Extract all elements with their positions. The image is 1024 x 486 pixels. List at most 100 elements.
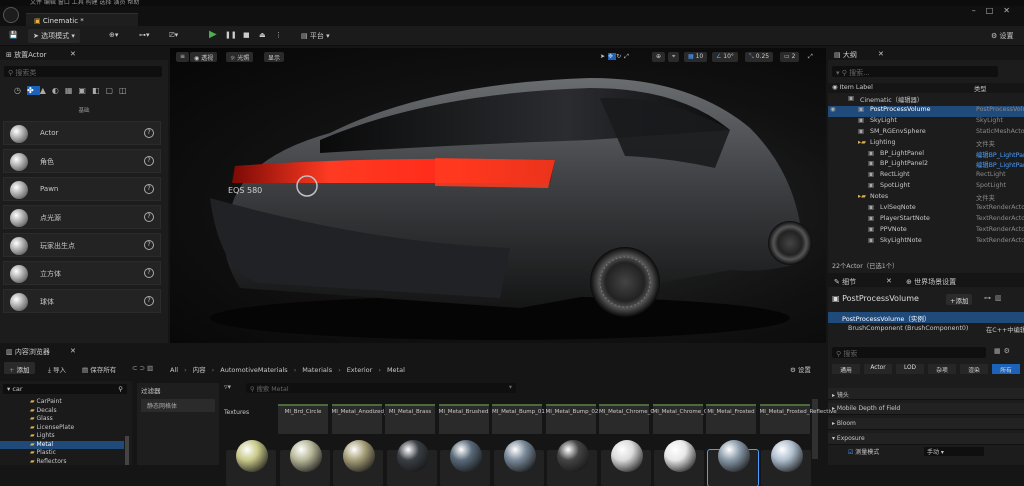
help-icon[interactable]: ? [144,184,154,194]
place-item-2[interactable]: Pawn? [3,177,161,201]
help-icon[interactable]: ? [144,240,154,250]
outliner-row[interactable]: ▣ Cinematic（编辑器） [828,95,1024,106]
filter-5[interactable]: 所有 [992,364,1020,374]
help-icon[interactable]: ? [144,156,154,166]
filter-2[interactable]: LOD [896,364,924,374]
details-search[interactable]: ⚲ 搜索 [832,347,986,358]
outliner-row[interactable]: ▣ SM_RGEnvSphere StaticMeshActor [828,128,1024,139]
eye-icon[interactable]: ◉ [830,106,836,113]
material-thumbnail[interactable] [654,440,704,486]
metering-dropdown[interactable]: 手动 ▾ [924,447,984,456]
textures-folder-label[interactable]: Textures [224,409,249,416]
more-play-options[interactable]: ⋮ [270,29,287,43]
save-all-button[interactable]: ▤ 保存所有 [82,364,116,374]
breadcrumb-item[interactable]: Exterior [347,366,373,374]
tab-details[interactable]: 细节 [842,278,856,286]
material-thumbnail[interactable] [386,440,437,486]
material-thumbnail[interactable] [600,440,651,486]
breadcrumb-item[interactable]: Materials [302,366,332,374]
add-component-button[interactable]: +添加 [946,294,973,305]
material-thumbnail[interactable] [706,440,759,486]
material-thumbnail[interactable] [440,440,490,486]
place-item-6[interactable]: 球体? [3,289,161,313]
outliner-item-type[interactable]: 编辑BP_LightPanel [976,150,1024,159]
material-tile-label[interactable]: MI_Brd_Circle [278,404,328,434]
place-item-4[interactable]: 玩家出生点? [3,233,161,257]
filter-3[interactable]: 杂项 [928,364,956,374]
mode-select-button[interactable]: ➤ 选项模式 ▾ [28,29,80,43]
close-icon[interactable]: ✕ [878,50,884,58]
material-tile-label[interactable]: MI_Metal_Frosted [706,404,756,434]
material-thumbnail[interactable] [547,440,597,486]
material-thumbnail[interactable] [279,440,330,486]
material-thumbnail[interactable] [493,440,544,486]
material-thumbnail[interactable] [333,440,383,486]
folder-scrollbar[interactable] [125,436,129,465]
outliner-row[interactable]: ▣ RectLight RectLight [828,171,1024,182]
breadcrumb-item[interactable]: All [170,366,178,374]
material-thumbnail[interactable] [761,440,811,486]
outliner-row[interactable]: ▸▰ Notes 文件夹 [828,193,1024,204]
eject-button[interactable]: ⏏ [254,29,271,43]
material-tile-label[interactable]: MI_Metal_Frosted_Reflective [759,404,837,434]
asset-scrollbar[interactable] [812,399,818,459]
details-section[interactable]: ▸ Mobile Depth of Field [828,403,1024,415]
tab-world-settings[interactable]: ⊕ 世界场景设置 [906,277,956,287]
place-actors-search[interactable]: ⚲ 搜索类 [4,66,162,77]
window-controls[interactable]: –□✕ [972,6,1020,15]
outliner-row[interactable]: ▣ LvlSeqNote TextRenderActor [828,204,1024,215]
col-item-label[interactable]: Item Label [840,84,873,91]
eye-icon[interactable]: ◉ [832,84,840,91]
help-icon[interactable]: ? [144,128,154,138]
outliner-row[interactable]: ▣ PPVNote TextRenderActor [828,226,1024,237]
breadcrumb-item[interactable]: Metal [387,366,405,374]
outliner-row[interactable]: ◉ ▣ PostProcessVolume PostProcessVolume [828,105,1024,117]
outliner-row[interactable]: ▸▰ Lighting 文件夹 [828,139,1024,150]
outliner-row[interactable]: ▣ PlayerStartNote TextRenderActor [828,215,1024,226]
category-icons[interactable]: ◷✤▲◐▦▣◧▢◫ [14,86,154,100]
material-tile-label[interactable]: MI_Metal_Brass [385,404,435,434]
outliner-row[interactable]: ▣ BP_LightPanel 编辑BP_LightPanel [828,150,1024,161]
outliner-row[interactable]: ▣ BP_LightPanel2 编辑BP_LightPanel [828,160,1024,171]
history-nav[interactable]: ⊂ ⊃ ▥ [132,364,153,372]
close-icon[interactable]: ✕ [70,50,76,58]
filter-1[interactable]: Actor [864,364,892,374]
settings-button[interactable]: ⚙ 设置 [986,29,1019,43]
details-section[interactable]: ▸ 镜头 [828,388,1024,400]
place-item-3[interactable]: 点光源? [3,205,161,229]
folder-item[interactable]: ▰ Lights [0,432,124,441]
material-tile-label[interactable]: MI_Metal_Brushed [438,404,489,434]
material-tile-label[interactable]: MI_Metal_Chrome_01 [599,404,657,434]
import-button[interactable]: ⤓ 导入 [48,364,66,375]
material-tile-label[interactable]: MI_Metal_Bump_01 [492,404,545,434]
outliner-row[interactable]: ▣ SkyLight SkyLight [828,117,1024,128]
filter-dropdown[interactable]: ▿▾ [224,383,244,393]
level-viewport[interactable]: ≡ ◉ 透视 ☼ 光照 显示 ➤✥↻⤢ ⊕ ⌖ ▦ 10 ∠ 10° ⤡ 0.2… [170,48,826,343]
folder-item[interactable]: ▰ Plastic [0,449,124,458]
close-icon[interactable]: ✕ [886,277,892,285]
material-tile-label[interactable]: MI_Metal_Chrome_02 [652,404,711,434]
folder-item[interactable]: ▰ CarPaint [0,398,124,407]
place-item-0[interactable]: Actor? [3,121,161,145]
component-row[interactable]: BrushComponent (BrushComponent0) 在C++中编辑 [828,324,1024,335]
asset-search[interactable]: ⚲ 搜索 Metal ▾ [246,383,516,393]
platforms-button[interactable]: ▤ 平台 ▾ [296,29,335,43]
filter-4[interactable]: 渲染 [960,364,988,374]
outliner-item-type[interactable]: 编辑BP_LightPanel [976,160,1024,169]
outliner-row[interactable]: ▣ SkyLightNote TextRenderActor [828,237,1024,248]
material-thumbnail[interactable] [226,440,276,486]
add-button[interactable]: + 添加 [4,362,35,374]
help-icon[interactable]: ? [144,212,154,222]
details-actions[interactable]: ⊶▥ [984,294,1006,302]
blueprint-button[interactable]: ⊶▾ [134,29,155,43]
close-icon[interactable]: ✕ [70,347,76,355]
edit-cpp-link[interactable]: 在C++中编辑 [986,325,1024,334]
outliner-search[interactable]: ▾ ⚲ 搜索... [832,66,998,77]
folder-item[interactable]: ▰ Glass [0,415,124,424]
outliner-row[interactable]: ▣ SpotLight SpotLight [828,182,1024,193]
stop-button[interactable]: ■ [238,29,255,43]
filter-0[interactable]: 通用 [832,364,860,374]
breadcrumb-item[interactable]: AutomotiveMaterials [220,366,287,374]
filter-static-mesh[interactable]: 静态网格体 [141,399,215,412]
help-icon[interactable]: ? [144,268,154,278]
